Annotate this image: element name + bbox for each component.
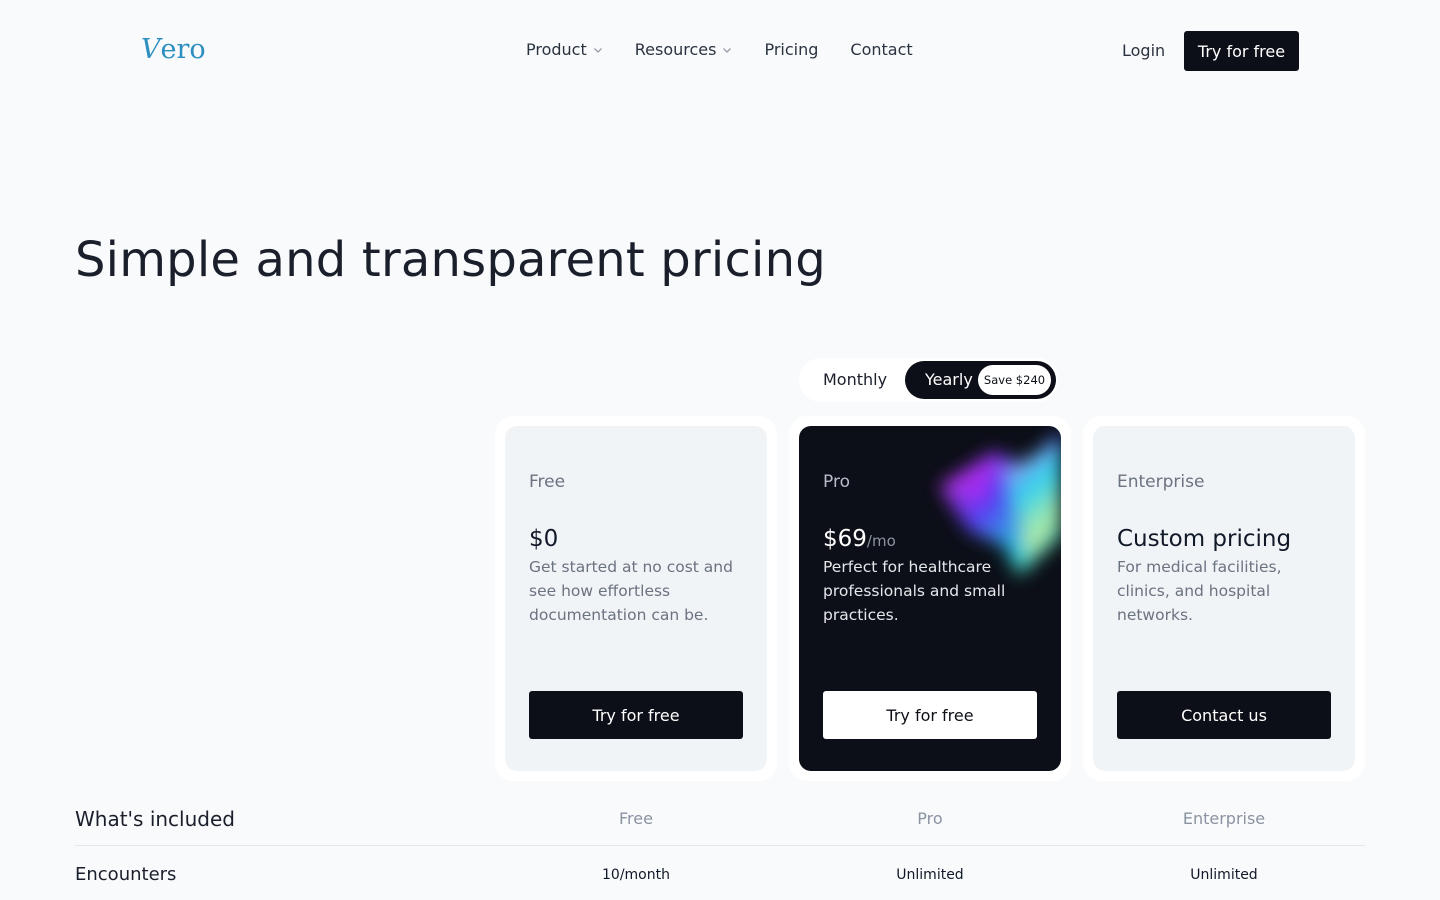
toggle-yearly-label: Yearly [925, 370, 973, 389]
plan-description: For medical facilities, clinics, and hos… [1117, 558, 1282, 624]
nav-resources[interactable]: Resources [635, 38, 733, 62]
nav-contact[interactable]: Contact [850, 38, 912, 62]
row-label-encounters: Encounters [75, 864, 177, 885]
try-for-free-button[interactable]: Try for free [529, 691, 743, 739]
nav-pricing-label: Pricing [764, 40, 819, 59]
try-for-free-button[interactable]: Try for free [823, 691, 1037, 739]
toggle-yearly[interactable]: Yearly Save $240 [905, 361, 1056, 399]
logo-v: V [141, 34, 161, 65]
plan-name: Pro [823, 472, 850, 492]
table-row: Encounters 10/month Unlimited Unlimited [75, 858, 1365, 898]
page-title: Simple and transparent pricing [75, 232, 826, 288]
cell-enterprise: Unlimited [1190, 867, 1258, 883]
column-pro: Pro [917, 809, 943, 828]
login-link[interactable]: Login [1122, 39, 1165, 63]
nav-product[interactable]: Product [526, 38, 603, 62]
column-enterprise: Enterprise [1182, 809, 1266, 828]
try-for-free-nav-button[interactable]: Try for free [1184, 31, 1299, 71]
price-period: /mo [866, 532, 896, 550]
cell-pro: Unlimited [896, 867, 964, 883]
plan-name: Enterprise [1117, 472, 1205, 492]
price-amount: $0 [529, 526, 559, 552]
column-free: Free [619, 809, 653, 828]
plan-price: Custom pricing [1117, 523, 1291, 555]
plan-card-free-inner: Free $0 Get started at no cost and see h… [505, 426, 767, 771]
price-amount: Custom pricing [1117, 526, 1292, 552]
nav-resources-label: Resources [634, 40, 717, 59]
plan-card-pro: Pro $69/mo Perfect for healthcare profes… [789, 416, 1071, 781]
contact-us-button[interactable]: Contact us [1117, 691, 1331, 739]
comparison-title: What's included [75, 807, 235, 831]
plan-card-enterprise-inner: Enterprise Custom pricing For medical fa… [1093, 426, 1355, 771]
nav-product-label: Product [526, 40, 587, 59]
plan-price: $69/mo [823, 523, 896, 557]
plan-card-free: Free $0 Get started at no cost and see h… [495, 416, 777, 781]
cell-free: 10/month [602, 867, 670, 883]
plan-card-enterprise: Enterprise Custom pricing For medical fa… [1083, 416, 1365, 781]
nav-contact-label: Contact [850, 40, 913, 59]
save-badge: Save $240 [978, 365, 1051, 395]
billing-toggle: Monthly Yearly Save $240 [799, 358, 1058, 402]
plan-price: $0 [529, 523, 558, 555]
chevron-down-icon [723, 48, 732, 53]
nav-links: Product Resources Pricing Contact [526, 38, 913, 62]
logo-text: ero [160, 34, 206, 65]
plan-description: Perfect for healthcare professionals and… [823, 558, 1006, 624]
toggle-monthly[interactable]: Monthly [823, 368, 887, 392]
nav-pricing[interactable]: Pricing [764, 38, 818, 62]
plan-name: Free [529, 472, 566, 492]
vero-logo[interactable]: Vero [141, 32, 206, 68]
top-nav: Vero Product Resources Pricing Contact L… [0, 0, 1440, 100]
price-amount: $69 [823, 526, 867, 552]
plan-description: Get started at no cost and see how effor… [529, 558, 733, 624]
comparison-header: What's included Free Pro Enterprise [75, 796, 1365, 846]
plan-card-pro-inner: Pro $69/mo Perfect for healthcare profes… [799, 426, 1061, 771]
chevron-down-icon [593, 48, 602, 53]
